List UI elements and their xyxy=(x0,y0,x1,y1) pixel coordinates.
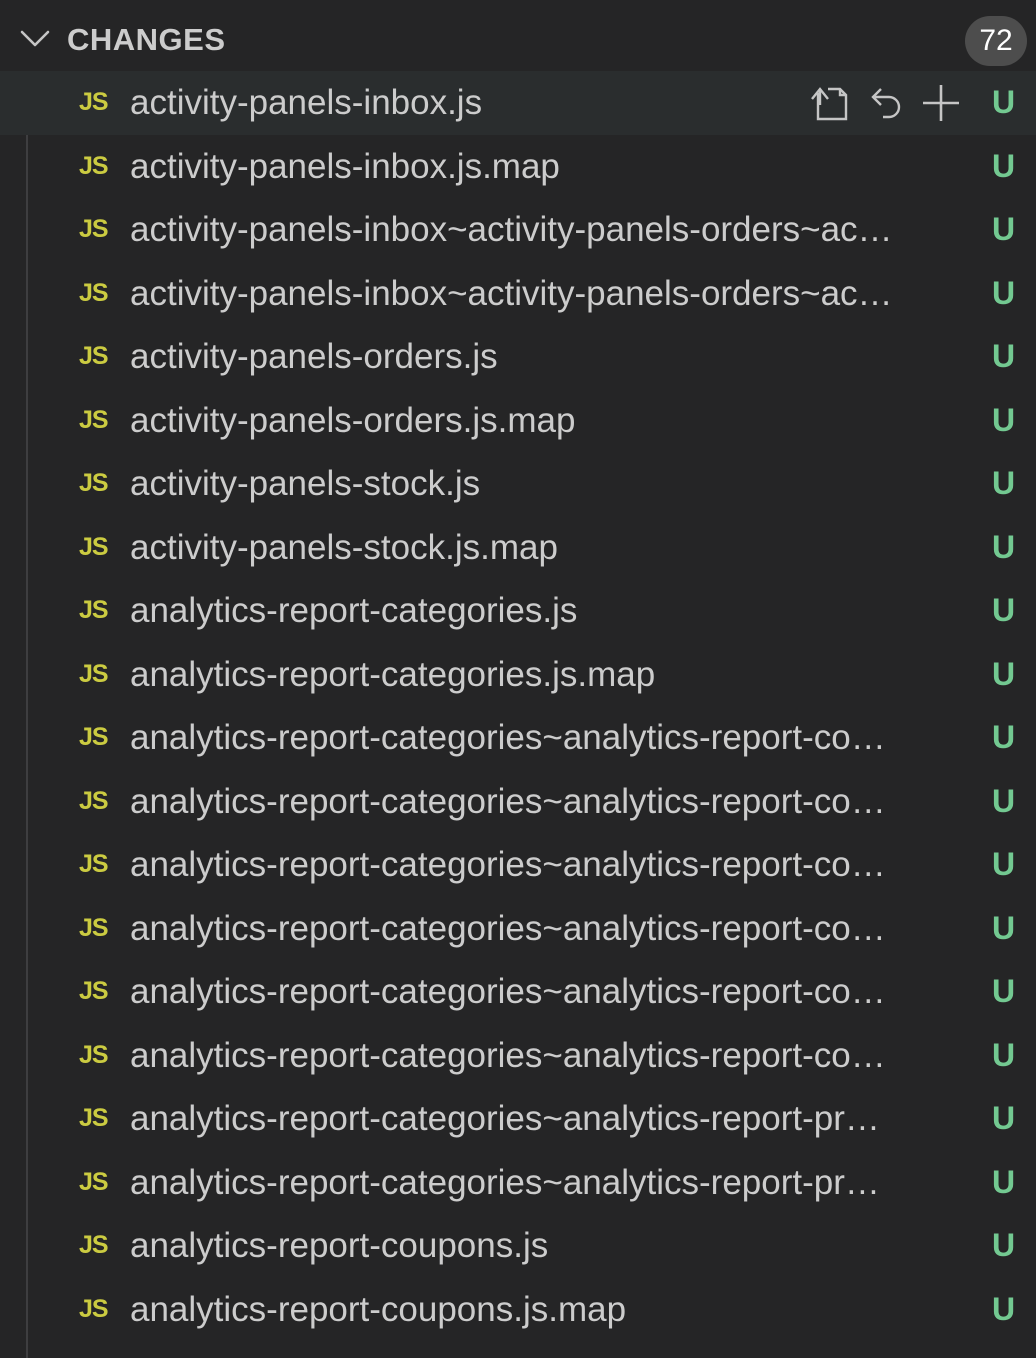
open-file-icon[interactable] xyxy=(806,83,852,123)
javascript-file-icon: JS xyxy=(79,278,109,307)
file-row[interactable]: JS analytics-report-coupons.js.map U xyxy=(0,1278,1036,1342)
file-name[interactable]: activity-panels-orders.js xyxy=(130,337,970,377)
file-name[interactable]: analytics-report-categories~analytics-re… xyxy=(130,972,970,1012)
javascript-file-icon: JS xyxy=(79,532,109,561)
untracked-status-badge: U xyxy=(992,1163,1016,1200)
javascript-file-icon: JS xyxy=(79,723,109,751)
javascript-file-icon: JS xyxy=(79,977,109,1005)
changes-file-list: JS activity-panels-inbox.js U JS activity-pa… xyxy=(0,71,1036,1341)
file-name[interactable]: analytics-report-categories~analytics-re… xyxy=(130,1036,970,1076)
file-name[interactable]: analytics-report-coupons.js.map xyxy=(130,1290,970,1330)
discard-changes-icon[interactable] xyxy=(862,83,908,123)
file-name[interactable]: analytics-report-categories~analytics-re… xyxy=(130,718,970,758)
javascript-file-icon: JS xyxy=(79,1104,109,1132)
file-row[interactable]: JS activity-panels-inbox.js U xyxy=(0,71,1036,135)
untracked-status-badge: U xyxy=(992,846,1016,882)
file-name[interactable]: activity-panels-inbox.js xyxy=(130,83,790,123)
javascript-file-icon: JS xyxy=(79,342,109,370)
javascript-file-icon: JS xyxy=(79,913,109,942)
file-row[interactable]: JS analytics-report-categories~analytics-… xyxy=(0,1087,1036,1151)
file-row[interactable]: JS analytics-report-categories~analytics-… xyxy=(0,1024,1036,1088)
untracked-status-badge: U xyxy=(992,84,1016,120)
file-name[interactable]: activity-panels-stock.js xyxy=(130,464,970,504)
file-row[interactable]: JS activity-panels-orders.js U xyxy=(0,325,1036,389)
file-name[interactable]: activity-panels-inbox.js.map xyxy=(130,147,970,187)
javascript-file-icon: JS xyxy=(79,215,109,243)
file-name[interactable]: analytics-report-categories~analytics-re… xyxy=(130,845,970,885)
changes-section-header[interactable]: CHANGES 72 xyxy=(0,0,1036,76)
file-row[interactable]: JS activity-panels-stock.js U xyxy=(0,452,1036,516)
file-name[interactable]: analytics-report-categories.js xyxy=(130,591,970,631)
javascript-file-icon: JS xyxy=(79,850,109,878)
file-name[interactable]: activity-panels-inbox~activity-panels-or… xyxy=(130,274,970,314)
javascript-file-icon: JS xyxy=(79,1231,109,1259)
row-action-toolbar xyxy=(806,83,974,123)
file-row[interactable]: JS analytics-report-categories~analytics-… xyxy=(0,706,1036,770)
untracked-status-badge: U xyxy=(992,719,1016,755)
file-name[interactable]: activity-panels-stock.js.map xyxy=(130,528,970,568)
untracked-status-badge: U xyxy=(992,782,1016,819)
file-row[interactable]: JS analytics-report-coupons.js U xyxy=(0,1214,1036,1278)
section-title: CHANGES xyxy=(67,22,226,57)
file-row[interactable]: JS analytics-report-categories~analytics-… xyxy=(0,960,1036,1024)
file-name[interactable]: analytics-report-categories.js.map xyxy=(130,655,970,695)
untracked-status-badge: U xyxy=(992,211,1016,247)
file-row[interactable]: JS activity-panels-inbox~activity-panels-… xyxy=(0,198,1036,262)
file-row[interactable]: JS activity-panels-inbox.js.map U xyxy=(0,135,1036,199)
untracked-status-badge: U xyxy=(992,1290,1016,1327)
untracked-status-badge: U xyxy=(992,147,1016,184)
untracked-status-badge: U xyxy=(992,338,1016,374)
file-name[interactable]: analytics-report-coupons.js xyxy=(130,1226,970,1266)
source-control-panel: CHANGES 72 JS activity-panels-inbox.js U JS… xyxy=(0,0,1036,1358)
untracked-status-badge: U xyxy=(992,1227,1016,1263)
changes-count-badge: 72 xyxy=(965,16,1027,66)
javascript-file-icon: JS xyxy=(79,596,109,624)
untracked-status-badge: U xyxy=(992,973,1016,1009)
untracked-status-badge: U xyxy=(992,909,1016,946)
untracked-status-badge: U xyxy=(992,528,1016,565)
javascript-file-icon: JS xyxy=(79,151,109,180)
file-row[interactable]: JS analytics-report-categories~analytics-… xyxy=(0,1151,1036,1215)
javascript-file-icon: JS xyxy=(79,405,109,434)
untracked-status-badge: U xyxy=(992,1036,1016,1073)
untracked-status-badge: U xyxy=(992,1100,1016,1136)
file-name[interactable]: activity-panels-orders.js.map xyxy=(130,401,970,441)
file-row[interactable]: JS activity-panels-inbox~activity-panels-… xyxy=(0,262,1036,326)
file-row[interactable]: JS activity-panels-orders.js.map U xyxy=(0,389,1036,453)
untracked-status-badge: U xyxy=(992,655,1016,692)
file-name[interactable]: activity-panels-inbox~activity-panels-or… xyxy=(130,210,970,250)
file-row[interactable]: JS analytics-report-categories.js.map U xyxy=(0,643,1036,707)
javascript-file-icon: JS xyxy=(79,88,109,116)
file-name[interactable]: analytics-report-categories~analytics-re… xyxy=(130,909,970,949)
stage-changes-icon[interactable] xyxy=(918,83,964,123)
javascript-file-icon: JS xyxy=(79,469,109,497)
untracked-status-badge: U xyxy=(992,592,1016,628)
file-row[interactable]: JS analytics-report-categories~analytics-… xyxy=(0,897,1036,961)
untracked-status-badge: U xyxy=(992,274,1016,311)
file-row[interactable]: JS analytics-report-categories~analytics-… xyxy=(0,833,1036,897)
untracked-status-badge: U xyxy=(992,401,1016,438)
file-name[interactable]: analytics-report-categories~analytics-re… xyxy=(130,1099,970,1139)
javascript-file-icon: JS xyxy=(79,659,109,688)
javascript-file-icon: JS xyxy=(79,1167,109,1196)
chevron-down-icon[interactable] xyxy=(19,28,51,50)
untracked-status-badge: U xyxy=(992,465,1016,501)
javascript-file-icon: JS xyxy=(79,1040,109,1069)
file-row[interactable]: JS analytics-report-categories~analytics-… xyxy=(0,770,1036,834)
file-name[interactable]: analytics-report-categories~analytics-re… xyxy=(130,1163,970,1203)
javascript-file-icon: JS xyxy=(79,786,109,815)
file-name[interactable]: analytics-report-categories~analytics-re… xyxy=(130,782,970,822)
file-row[interactable]: JS activity-panels-stock.js.map U xyxy=(0,516,1036,580)
file-row[interactable]: JS analytics-report-categories.js U xyxy=(0,579,1036,643)
javascript-file-icon: JS xyxy=(79,1294,109,1323)
